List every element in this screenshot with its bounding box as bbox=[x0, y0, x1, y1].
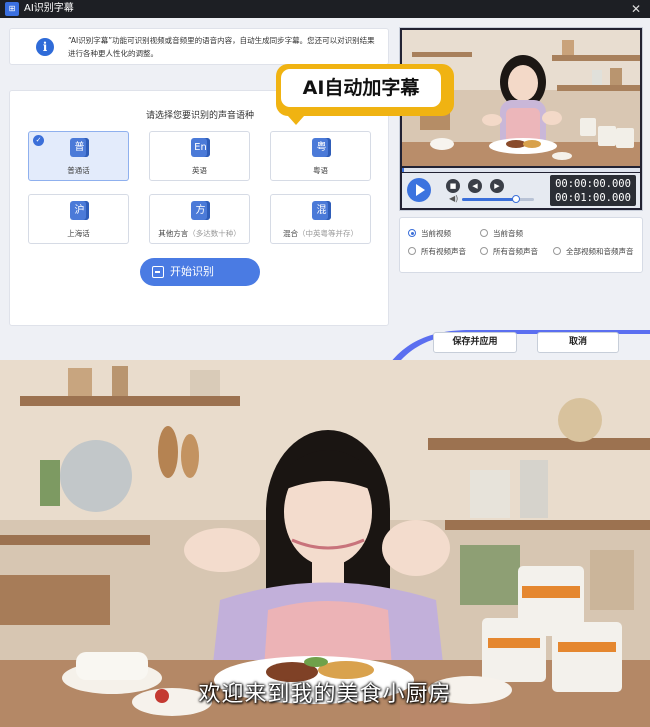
info-box: i “AI识别字幕”功能可识别视频或音频里的语音内容，自动生成同步字幕。您还可以… bbox=[9, 28, 389, 65]
video-preview: ■ ◀ ▶ ◀) 00:00:00.000 00:01:00.000 bbox=[399, 27, 643, 211]
language-label: 其他方言 bbox=[158, 229, 189, 238]
save-apply-button[interactable]: 保存并应用 bbox=[433, 332, 517, 353]
next-button[interactable]: ▶ bbox=[490, 179, 504, 193]
callout-pointer bbox=[288, 116, 304, 125]
source-label: 当前视频 bbox=[421, 229, 451, 238]
start-recognition-label: 开始识别 bbox=[170, 265, 214, 278]
radio-indicator bbox=[408, 229, 416, 237]
playback-progress-fill bbox=[402, 168, 405, 172]
language-option-english[interactable]: En 英语 bbox=[149, 131, 250, 181]
source-label: 当前音频 bbox=[493, 229, 523, 238]
radio-indicator bbox=[408, 247, 416, 255]
cancel-button[interactable]: 取消 bbox=[537, 332, 619, 353]
close-button[interactable]: ✕ bbox=[628, 1, 644, 17]
title-bar: ⊞ AI识别字幕 ✕ bbox=[0, 0, 650, 18]
source-current-audio[interactable]: 当前音频 bbox=[480, 228, 523, 239]
audio-source-options: 当前视频 当前音频 所有视频声音 所有音频声音 全部视频和音频声音 bbox=[399, 217, 643, 273]
window-title: AI识别字幕 bbox=[24, 3, 74, 14]
language-hint: （中英粤等并存） bbox=[298, 229, 358, 238]
volume-slider[interactable] bbox=[462, 195, 534, 203]
language-label: 粤语 bbox=[313, 166, 328, 175]
dialect-icon: 方 bbox=[191, 201, 210, 220]
playback-progress[interactable] bbox=[402, 168, 640, 172]
start-recognition-button[interactable]: 开始识别 bbox=[140, 258, 260, 286]
language-label: 混合 bbox=[283, 229, 298, 238]
kitchen-scene-illustration bbox=[0, 360, 650, 727]
english-icon: En bbox=[191, 138, 210, 157]
time-display: 00:00:00.000 00:01:00.000 bbox=[550, 175, 636, 206]
volume-fill bbox=[462, 198, 516, 201]
player-controls: ■ ◀ ▶ ◀) 00:00:00.000 00:01:00.000 bbox=[402, 173, 640, 208]
feature-callout: AI自动加字幕 bbox=[276, 64, 454, 125]
source-all-audio[interactable]: 所有音频声音 bbox=[480, 246, 538, 257]
language-hint: （多达数十种） bbox=[188, 229, 241, 238]
video-frame-large: 欢迎来到我的美食小厨房 bbox=[0, 360, 650, 727]
source-label: 全部视频和音频声音 bbox=[566, 247, 634, 256]
volume-icon[interactable]: ◀) bbox=[449, 195, 459, 203]
radio-indicator bbox=[553, 247, 561, 255]
radio-indicator bbox=[480, 229, 488, 237]
source-label: 所有视频声音 bbox=[421, 247, 466, 256]
cantonese-icon: 粤 bbox=[312, 138, 331, 157]
current-time: 00:00:00.000 bbox=[555, 178, 631, 190]
mandarin-icon: 普 bbox=[70, 138, 89, 157]
language-option-mixed[interactable]: 混 混合（中英粤等并存） bbox=[270, 194, 371, 244]
language-label: 上海话 bbox=[67, 229, 90, 238]
source-all-video-audio[interactable]: 全部视频和音频声音 bbox=[553, 246, 634, 257]
stop-button[interactable]: ■ bbox=[446, 179, 460, 193]
source-label: 所有音频声音 bbox=[493, 247, 538, 256]
ai-subtitle-dialog: i “AI识别字幕”功能可识别视频或音频里的语音内容，自动生成同步字幕。您还可以… bbox=[0, 18, 650, 378]
info-icon: i bbox=[36, 38, 54, 56]
shanghainese-icon: 沪 bbox=[70, 201, 89, 220]
subtitle-app-icon: ⊞ bbox=[5, 2, 19, 16]
language-label: 英语 bbox=[192, 166, 207, 175]
mixed-icon: 混 bbox=[312, 201, 331, 220]
volume-knob[interactable] bbox=[512, 195, 520, 203]
source-current-video[interactable]: 当前视频 bbox=[408, 228, 451, 239]
language-option-cantonese[interactable]: 粤 粤语 bbox=[270, 131, 371, 181]
language-option-shanghainese[interactable]: 沪 上海话 bbox=[28, 194, 129, 244]
language-panel: 请选择您要识别的声音语种 ✓ 普 普通话 En 英语 粤 粤语 沪 上海话 方 … bbox=[9, 90, 389, 326]
prev-button[interactable]: ◀ bbox=[468, 179, 482, 193]
check-icon: ✓ bbox=[33, 135, 44, 146]
language-label: 普通话 bbox=[67, 166, 90, 175]
recognize-icon bbox=[152, 266, 164, 278]
info-text: “AI识别字幕”功能可识别视频或音频里的语音内容，自动生成同步字幕。您还可以对识… bbox=[68, 36, 375, 58]
language-option-dialect[interactable]: 方 其他方言（多达数十种） bbox=[149, 194, 250, 244]
play-button[interactable] bbox=[407, 178, 431, 202]
callout-text: AI自动加字幕 bbox=[281, 69, 441, 107]
total-time: 00:01:00.000 bbox=[555, 192, 631, 204]
video-subtitle: 欢迎来到我的美食小厨房 bbox=[198, 682, 452, 707]
source-all-video[interactable]: 所有视频声音 bbox=[408, 246, 466, 257]
language-option-mandarin[interactable]: ✓ 普 普通话 bbox=[28, 131, 129, 181]
radio-indicator bbox=[480, 247, 488, 255]
